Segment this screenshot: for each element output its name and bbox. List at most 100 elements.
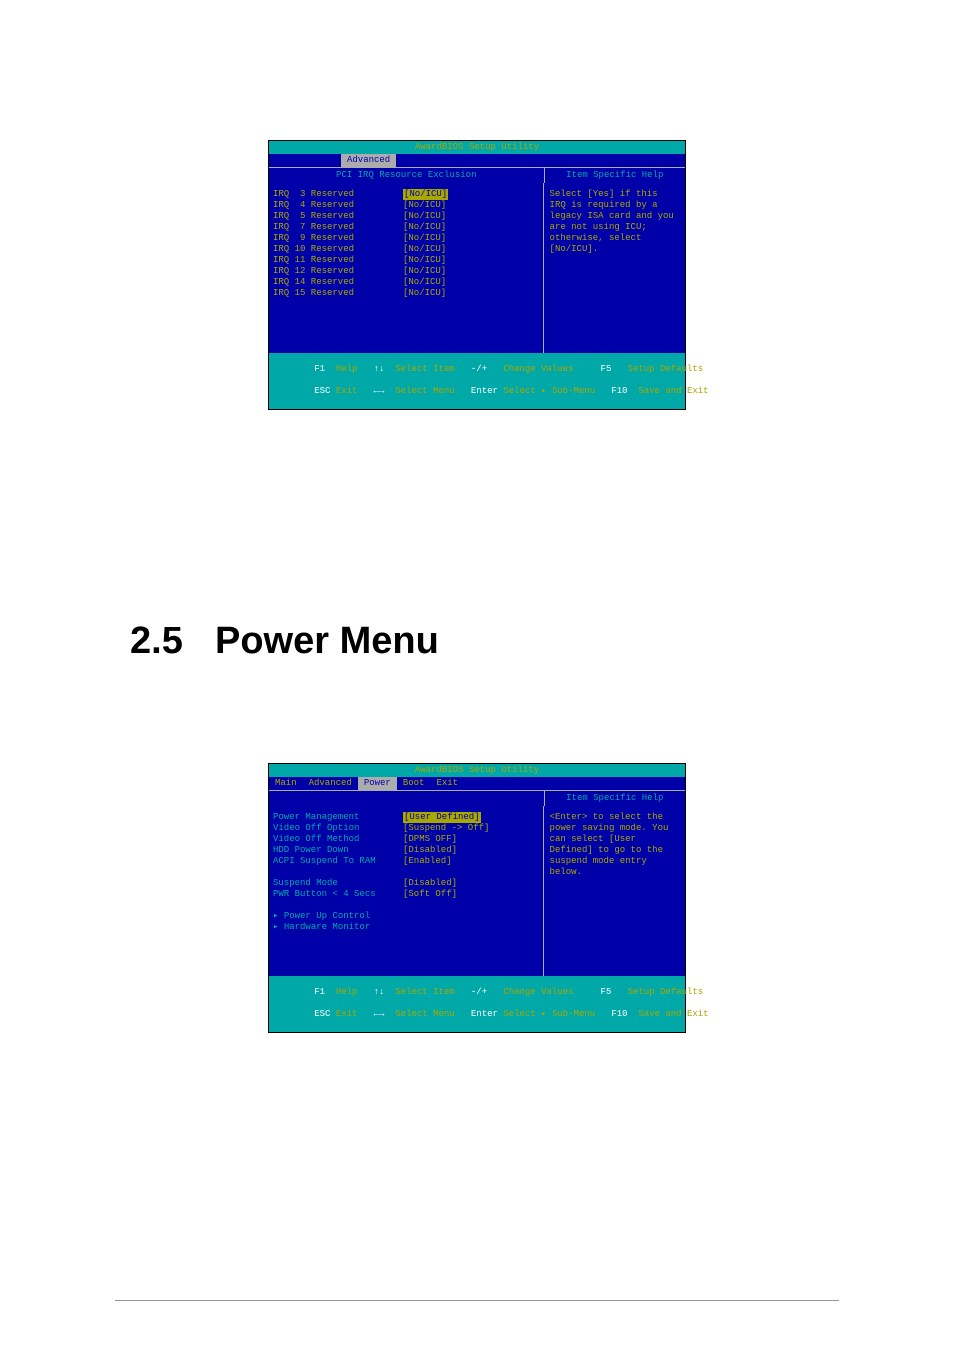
key-f5: F5: [601, 987, 612, 997]
setting-label: IRQ 9 Reserved: [273, 233, 403, 244]
setting-value: [Disabled]: [403, 878, 457, 889]
setting-value: [Soft Off]: [403, 889, 457, 900]
bios-tabs: Advanced: [269, 154, 685, 167]
bios-body: IRQ 3 Reserved[No/ICU]IRQ 4 Reserved[No/…: [269, 183, 685, 353]
setting-value: [No/ICU]: [403, 255, 446, 266]
setting-row[interactable]: IRQ 15 Reserved[No/ICU]: [273, 288, 539, 299]
hint-select-item: Select Item: [395, 987, 454, 997]
bios-screenshot-power: AwardBIOS Setup Utility MainAdvancedPowe…: [268, 763, 686, 1033]
setting-label: IRQ 11 Reserved: [273, 255, 403, 266]
setting-value: [No/ICU]: [403, 189, 448, 200]
hint-select-sub: Select ▸ Sub-Menu: [503, 1009, 595, 1019]
setting-value: [User Defined]: [403, 812, 481, 823]
setting-value: [No/ICU]: [403, 222, 446, 233]
submenu-label: ▸ Hardware Monitor: [273, 922, 370, 933]
setting-value: [DPMS OFF]: [403, 834, 457, 845]
setting-row[interactable]: IRQ 10 Reserved[No/ICU]: [273, 244, 539, 255]
tab-power[interactable]: Power: [358, 777, 397, 790]
setting-row[interactable]: IRQ 5 Reserved[No/ICU]: [273, 211, 539, 222]
help-title: Item Specific Help: [545, 791, 685, 806]
submenu-label: ▸ Power Up Control: [273, 911, 370, 922]
hint-exit: Exit: [336, 386, 358, 396]
help-panel: <Enter> to select the power saving mode.…: [544, 806, 685, 976]
bios-footer: F1 Help ↑↓ Select Item -/+ Change Values…: [269, 976, 685, 1032]
setting-value: [No/ICU]: [403, 233, 446, 244]
setting-label: Video Off Method: [273, 834, 403, 845]
key-updown: ↑↓: [374, 987, 385, 997]
setting-row[interactable]: IRQ 7 Reserved[No/ICU]: [273, 222, 539, 233]
bios-body: Power Management[User Defined]Video Off …: [269, 806, 685, 976]
key-plusminus: -/+: [471, 364, 487, 374]
setting-value: [No/ICU]: [403, 288, 446, 299]
hint-change-values: Change Values: [503, 364, 573, 374]
setting-row[interactable]: Video Off Option[Suspend -> Off]: [273, 823, 539, 834]
hint-select-menu: Select Menu: [395, 1009, 454, 1019]
key-esc: ESC: [314, 1009, 330, 1019]
setting-value: [Enabled]: [403, 856, 452, 867]
setting-row[interactable]: ACPI Suspend To RAM[Enabled]: [273, 856, 539, 867]
setting-label: ACPI Suspend To RAM: [273, 856, 403, 867]
key-plusminus: -/+: [471, 987, 487, 997]
submenu-item[interactable]: ▸ Hardware Monitor: [273, 922, 539, 933]
setting-row[interactable]: IRQ 3 Reserved[No/ICU]: [273, 189, 539, 200]
setting-label: IRQ 15 Reserved: [273, 288, 403, 299]
key-enter: Enter: [471, 1009, 498, 1019]
tab-boot[interactable]: Boot: [397, 777, 431, 790]
setting-value: [No/ICU]: [403, 266, 446, 277]
hint-change-values: Change Values: [503, 987, 573, 997]
bios-tabs: MainAdvancedPowerBootExit: [269, 777, 685, 790]
key-enter: Enter: [471, 386, 498, 396]
setting-value: [No/ICU]: [403, 277, 446, 288]
bios-subheader: Item Specific Help: [269, 790, 685, 806]
setting-label: Power Management: [273, 812, 403, 823]
page: AwardBIOS Setup Utility Advanced PCI IRQ…: [0, 0, 954, 1351]
key-leftright: ←→: [374, 1009, 385, 1019]
setting-row[interactable]: IRQ 14 Reserved[No/ICU]: [273, 277, 539, 288]
setting-value: [No/ICU]: [403, 244, 446, 255]
tab-advanced[interactable]: Advanced: [303, 777, 358, 790]
bios-title: AwardBIOS Setup Utility: [269, 764, 685, 777]
key-f10: F10: [611, 1009, 627, 1019]
settings-panel: IRQ 3 Reserved[No/ICU]IRQ 4 Reserved[No/…: [269, 183, 544, 353]
setting-row[interactable]: PWR Button < 4 Secs[Soft Off]: [273, 889, 539, 900]
settings-panel: Power Management[User Defined]Video Off …: [269, 806, 544, 976]
setting-row[interactable]: Power Management[User Defined]: [273, 812, 539, 823]
setting-label: IRQ 10 Reserved: [273, 244, 403, 255]
setting-value: [No/ICU]: [403, 200, 446, 211]
setting-row[interactable]: Video Off Method[DPMS OFF]: [273, 834, 539, 845]
bios-screenshot-irq: AwardBIOS Setup Utility Advanced PCI IRQ…: [268, 140, 686, 410]
setting-label: IRQ 7 Reserved: [273, 222, 403, 233]
key-f1: F1: [314, 987, 325, 997]
bios-footer: F1 Help ↑↓ Select Item -/+ Change Values…: [269, 353, 685, 409]
tab-exit[interactable]: Exit: [430, 777, 464, 790]
help-panel: Select [Yes] if this IRQ is required by …: [544, 183, 685, 353]
key-leftright: ←→: [374, 386, 385, 396]
setting-row[interactable]: IRQ 11 Reserved[No/ICU]: [273, 255, 539, 266]
key-updown: ↑↓: [374, 364, 385, 374]
heading-text: Power Menu: [215, 620, 439, 662]
hint-help: Help: [336, 364, 358, 374]
page-footer-rule: [115, 1300, 839, 1301]
hint-save-exit: Save and Exit: [638, 386, 708, 396]
key-esc: ESC: [314, 386, 330, 396]
help-title: Item Specific Help: [545, 168, 685, 183]
hint-setup-defaults: Setup Defaults: [628, 987, 704, 997]
submenu-item[interactable]: ▸ Power Up Control: [273, 911, 539, 922]
key-f1: F1: [314, 364, 325, 374]
setting-label: IRQ 3 Reserved: [273, 189, 403, 200]
setting-row[interactable]: IRQ 9 Reserved[No/ICU]: [273, 233, 539, 244]
setting-row[interactable]: Suspend Mode[Disabled]: [273, 878, 539, 889]
setting-label: PWR Button < 4 Secs: [273, 889, 403, 900]
setting-row[interactable]: IRQ 4 Reserved[No/ICU]: [273, 200, 539, 211]
setting-label: IRQ 4 Reserved: [273, 200, 403, 211]
hint-setup-defaults: Setup Defaults: [628, 364, 704, 374]
hint-help: Help: [336, 987, 358, 997]
setting-label: Suspend Mode: [273, 878, 403, 889]
setting-value: [No/ICU]: [403, 211, 446, 222]
setting-row[interactable]: HDD Power Down[Disabled]: [273, 845, 539, 856]
setting-row[interactable]: IRQ 12 Reserved[No/ICU]: [273, 266, 539, 277]
setting-value: [Disabled]: [403, 845, 457, 856]
tab-main[interactable]: Main: [269, 777, 303, 790]
tab-advanced[interactable]: Advanced: [341, 154, 396, 167]
hint-select-sub: Select ▸ Sub-Menu: [503, 386, 595, 396]
